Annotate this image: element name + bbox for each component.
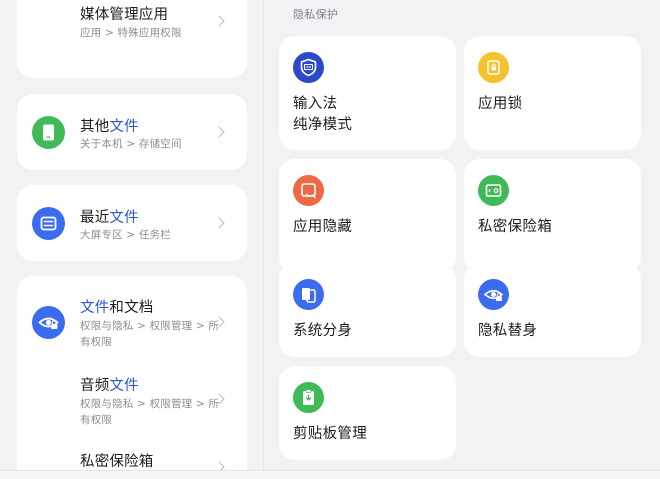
row-title: 音频文件 bbox=[80, 378, 139, 394]
tile-app-lock[interactable]: 应用锁 bbox=[464, 36, 641, 150]
list-item-other-files[interactable]: 其他文件 关于本机 > 存储空间 bbox=[17, 94, 247, 170]
column-divider bbox=[263, 0, 264, 470]
list-item-media-management[interactable]: 媒体管理应用 应用 > 特殊应用权限 bbox=[17, 0, 247, 78]
list-item-files-and-docs[interactable]: 文件和文档 权限与隐私 > 权限管理 > 所有权限 bbox=[17, 276, 247, 354]
list-card-recent-files: 最近文件 大屏专区 > 任务栏 bbox=[17, 185, 247, 261]
privacy-double-icon bbox=[478, 279, 509, 310]
safe-box-icon bbox=[478, 175, 509, 206]
tile-label: 剪贴板管理 bbox=[293, 426, 367, 442]
bottom-strip bbox=[0, 471, 660, 479]
list-card-files-docs: 文件和文档 权限与隐私 > 权限管理 > 所有权限 音频文件 权限与隐私 > 权… bbox=[17, 276, 247, 479]
list-card-media: 媒体管理应用 应用 > 特殊应用权限 bbox=[17, 0, 247, 78]
tile-hide-apps[interactable]: 应用隐藏 bbox=[279, 159, 456, 273]
tile-system-clone[interactable]: 系统分身 bbox=[279, 263, 456, 357]
tile-label: 隐私替身 bbox=[478, 323, 538, 339]
privacy-eye-lock-icon bbox=[32, 306, 65, 339]
tile-label: 应用隐藏 bbox=[293, 219, 353, 235]
tile-private-safe[interactable]: 私密保险箱 bbox=[464, 159, 641, 273]
clipboard-icon bbox=[293, 382, 324, 413]
tile-label: 私密保险箱 bbox=[478, 219, 552, 235]
section-label-privacy: 隐私保护 bbox=[293, 8, 339, 21]
phone-icon bbox=[32, 116, 65, 149]
app-lock-icon bbox=[478, 52, 509, 83]
list-item-audio-files[interactable]: 音频文件 权限与隐私 > 权限管理 > 所有权限 bbox=[17, 354, 247, 432]
left-list-panel: 媒体管理应用 应用 > 特殊应用权限 其他文件 关于本机 > 存储空间 最近文件… bbox=[0, 0, 263, 479]
row-breadcrumb: 大屏专区 > 任务栏 bbox=[80, 229, 171, 241]
row-title: 媒体管理应用 bbox=[80, 7, 169, 23]
tile-clipboard-management[interactable]: 剪贴板管理 bbox=[279, 366, 456, 460]
hide-app-icon bbox=[293, 175, 324, 206]
settings-screen: 媒体管理应用 应用 > 特殊应用权限 其他文件 关于本机 > 存储空间 最近文件… bbox=[0, 0, 660, 479]
taskbar-icon bbox=[32, 207, 65, 240]
tile-label: 输入法 纯净模式 bbox=[293, 96, 353, 133]
row-breadcrumb: 应用 > 特殊应用权限 bbox=[80, 27, 182, 39]
tile-input-method-pure-mode[interactable]: 输入法 纯净模式 bbox=[279, 36, 456, 150]
row-breadcrumb: 权限与隐私 > 权限管理 > 所有权限 bbox=[80, 320, 220, 348]
tile-label: 系统分身 bbox=[293, 323, 353, 339]
row-breadcrumb: 关于本机 > 存储空间 bbox=[80, 138, 182, 150]
row-title: 最近文件 bbox=[80, 210, 139, 226]
tile-label: 应用锁 bbox=[478, 96, 523, 112]
keyboard-shield-icon bbox=[293, 52, 324, 83]
row-breadcrumb: 权限与隐私 > 权限管理 > 所有权限 bbox=[80, 398, 220, 426]
row-title: 私密保险箱 bbox=[80, 454, 154, 470]
system-clone-icon bbox=[293, 279, 324, 310]
row-title: 文件和文档 bbox=[80, 300, 154, 316]
list-item-recent-files[interactable]: 最近文件 大屏专区 > 任务栏 bbox=[17, 185, 247, 261]
list-card-other-files: 其他文件 关于本机 > 存储空间 bbox=[17, 94, 247, 170]
tile-privacy-double[interactable]: 隐私替身 bbox=[464, 263, 641, 357]
row-title: 其他文件 bbox=[80, 119, 139, 135]
